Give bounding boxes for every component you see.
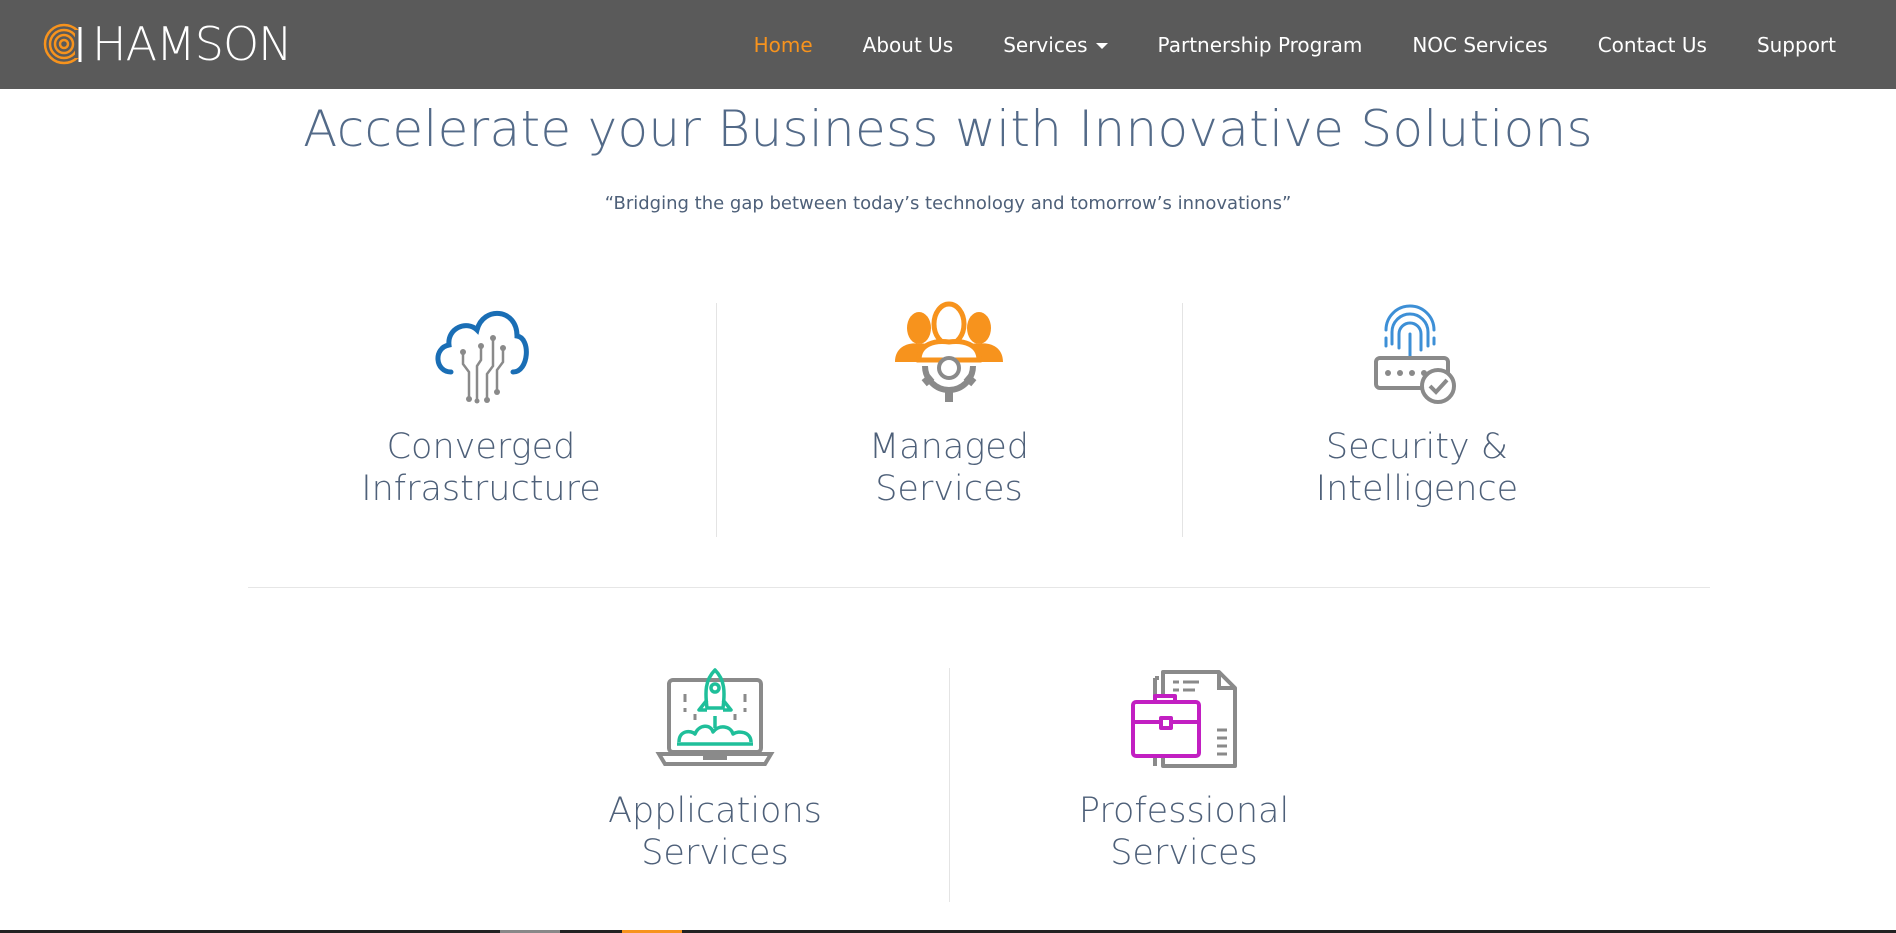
team-gear-icon: [895, 301, 1003, 402]
spiral-logo-icon: [43, 23, 86, 65]
service-title-line2: Services: [875, 469, 1023, 509]
nav-about-us[interactable]: About Us: [863, 33, 954, 57]
service-title-line1: Professional: [1078, 791, 1290, 831]
service-title: Security & Intelligence: [1182, 426, 1652, 510]
cloud-circuit-icon: [435, 311, 529, 404]
service-title-line2: Infrastructure: [361, 469, 601, 509]
service-title: Professional Services: [949, 790, 1419, 874]
page-subtitle: “Bridging the gap between today’s techno…: [604, 193, 1292, 214]
service-title-line1: Converged: [386, 427, 576, 467]
briefcase-document-icon: [1131, 670, 1237, 768]
service-card-managed-services[interactable]: Managed Services: [716, 300, 1182, 530]
service-title-line1: Managed: [868, 427, 1030, 467]
service-title-line1: Security &: [1325, 427, 1509, 467]
nav-services-label: Services: [1003, 32, 1088, 57]
service-title-line2: Services: [1110, 833, 1258, 873]
nav-support[interactable]: Support: [1757, 33, 1836, 57]
nav-contact-us[interactable]: Contact Us: [1598, 33, 1707, 57]
service-title: Applications Services: [480, 790, 950, 874]
nav-partnership-program[interactable]: Partnership Program: [1158, 33, 1363, 57]
service-title-line2: Intelligence: [1315, 469, 1519, 509]
main-nav: Home About Us Services Partnership Progr…: [704, 0, 1836, 89]
brand-name: HAMSON: [92, 17, 293, 71]
service-title-line1: Applications: [608, 791, 822, 831]
service-card-converged-infrastructure[interactable]: Converged Infrastructure: [246, 300, 716, 530]
service-title-line2: Services: [641, 833, 789, 873]
service-card-professional-services[interactable]: Professional Services: [949, 666, 1419, 896]
nav-home[interactable]: Home: [754, 33, 813, 57]
service-title: Converged Infrastructure: [246, 426, 716, 510]
service-title: Managed Services: [716, 426, 1182, 510]
service-card-applications-services[interactable]: Applications Services: [480, 666, 950, 896]
nav-services[interactable]: Services: [1003, 32, 1108, 57]
laptop-rocket-icon: [655, 668, 775, 766]
service-card-security-intelligence[interactable]: Security & Intelligence: [1182, 300, 1652, 530]
top-navbar: HAMSON Home About Us Services Partnershi…: [0, 0, 1896, 89]
page-title: Accelerate your Business with Innovative…: [303, 100, 1593, 158]
brand-logo[interactable]: HAMSON: [42, 17, 293, 71]
fingerprint-password-icon: [1374, 304, 1456, 404]
row-divider: [248, 587, 1710, 588]
nav-noc-services[interactable]: NOC Services: [1412, 33, 1547, 57]
chevron-down-icon: [1095, 43, 1108, 49]
